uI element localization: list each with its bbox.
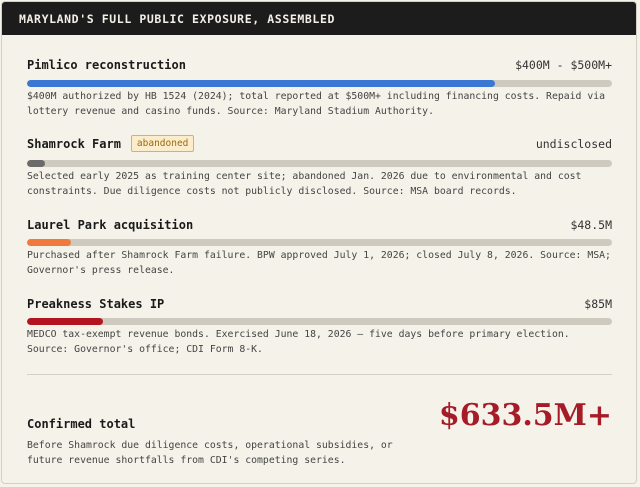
item-shamrock: Shamrock Farm abandoned undisclosed Sele…: [27, 135, 612, 215]
item-desc: Selected early 2025 as training center s…: [27, 171, 582, 197]
item-value: undisclosed: [535, 136, 612, 151]
item-bar: [27, 160, 612, 167]
item-bar: [27, 239, 612, 246]
item-bar: [27, 80, 612, 87]
item-desc: MEDCO tax-exempt revenue bonds. Exercise…: [27, 329, 570, 355]
item-title: Preakness Stakes IP: [27, 297, 165, 311]
item-bar-fill: [27, 318, 104, 325]
item-value: $85M: [584, 297, 612, 311]
item-bar-fill: [27, 160, 45, 167]
total-value: $633.5M+: [438, 398, 612, 433]
total-desc: Before Shamrock due diligence costs, ope…: [27, 440, 393, 466]
item-value: $400M - $500M+: [515, 58, 612, 72]
divider: [27, 374, 612, 375]
item-bar-fill: [27, 239, 71, 246]
item-bar-fill: [27, 80, 495, 87]
item-preakness: Preakness Stakes IP $85M MEDCO tax-exemp…: [27, 297, 612, 377]
item-title: Laurel Park acquisition: [27, 218, 194, 232]
card-header: MARYLAND'S FULL PUBLIC EXPOSURE, ASSEMBL…: [2, 2, 636, 35]
item-title: Shamrock Farm: [27, 136, 121, 151]
item-desc: Purchased after Shamrock Farm failure. B…: [27, 250, 611, 276]
card-title: MARYLAND'S FULL PUBLIC EXPOSURE, ASSEMBL…: [19, 11, 335, 26]
exposure-card: MARYLAND'S FULL PUBLIC EXPOSURE, ASSEMBL…: [1, 1, 637, 484]
status-badge: abandoned: [130, 135, 195, 152]
item-title: Pimlico reconstruction: [27, 58, 186, 72]
total-label: Confirmed total: [27, 417, 136, 431]
item-bar: [27, 318, 612, 325]
item-pimlico: Pimlico reconstruction $400M - $500M+ $4…: [27, 58, 612, 138]
item-desc: $400M authorized by HB 1524 (2024); tota…: [27, 91, 606, 117]
item-value: $48.5M: [570, 218, 612, 232]
item-laurel: Laurel Park acquisition $48.5M Purchased…: [27, 218, 612, 298]
